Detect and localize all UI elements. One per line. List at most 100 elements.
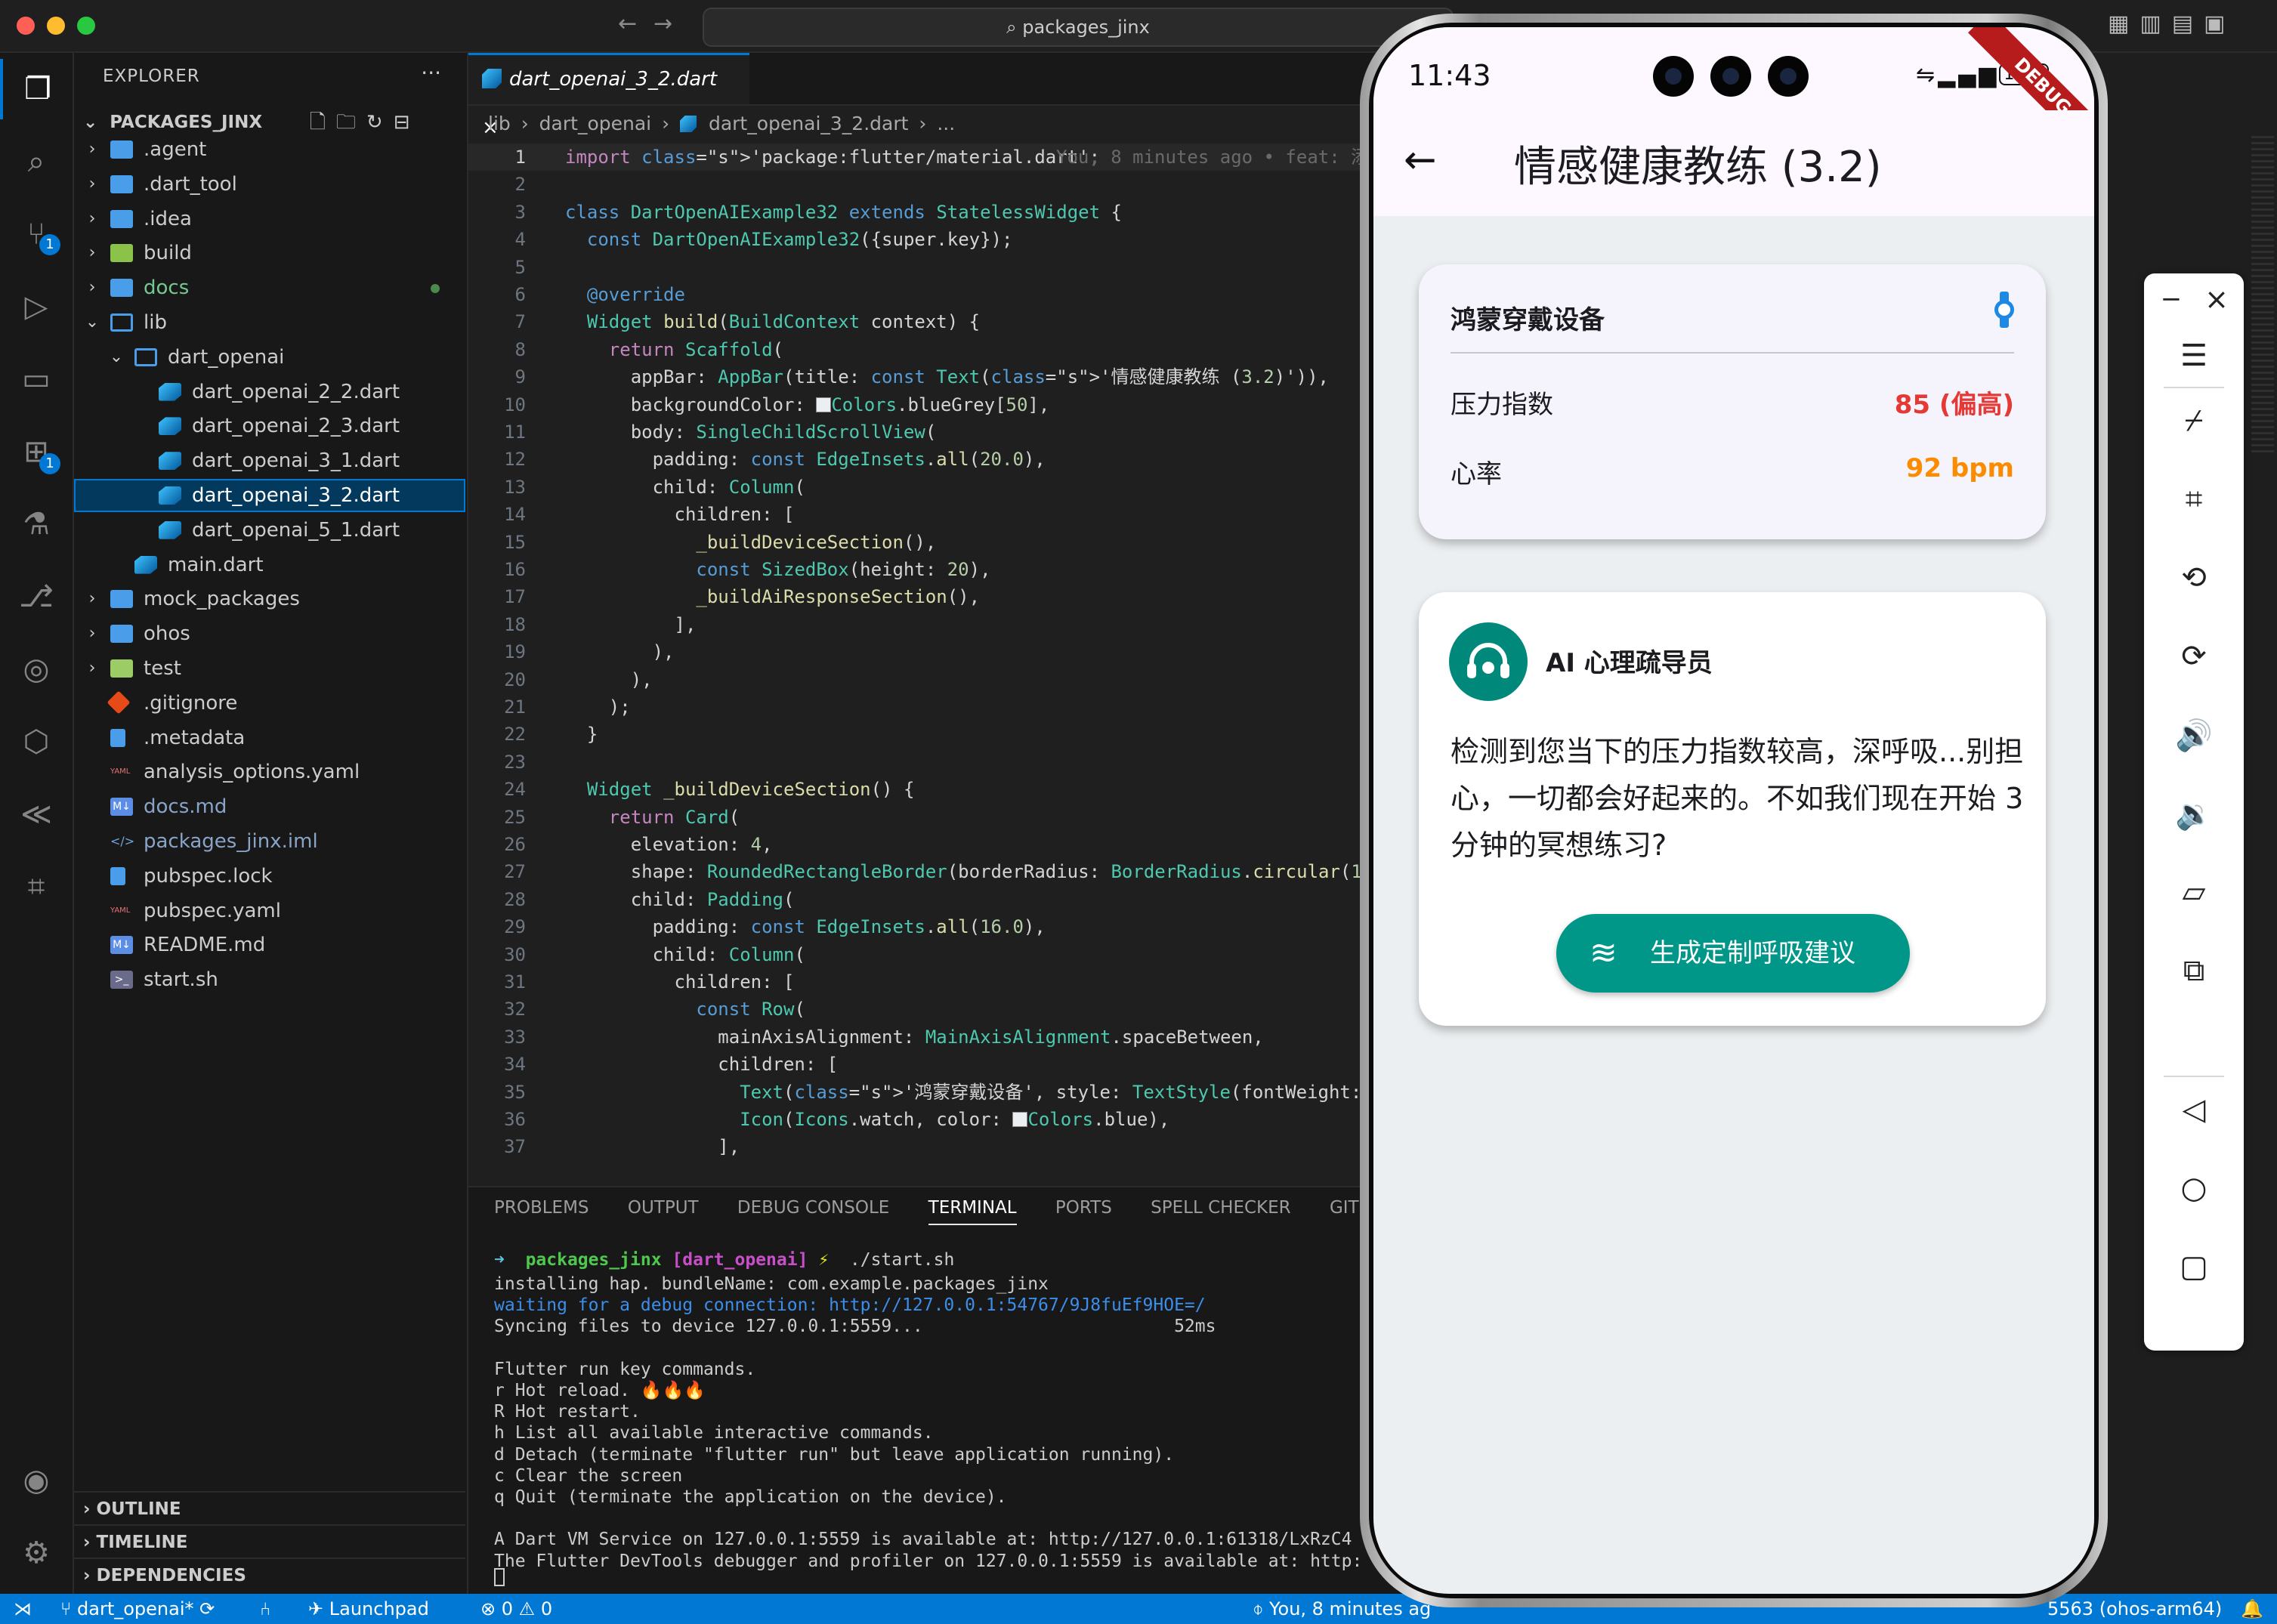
shake-device-icon[interactable]: ▱ — [2144, 875, 2244, 909]
chevron-right-icon[interactable]: › — [83, 236, 101, 270]
close-window-button[interactable] — [17, 17, 35, 35]
minimize-window-button[interactable] — [47, 17, 65, 35]
tree-item[interactable]: .metadata — [74, 721, 465, 755]
chevron-right-icon[interactable]: › — [83, 202, 101, 236]
maximize-window-button[interactable] — [77, 17, 95, 35]
volume-up-icon[interactable]: 🔊 — [2144, 718, 2244, 753]
source-control-icon[interactable]: ⑂ — [0, 204, 73, 264]
dependencies-section[interactable]: › DEPENDENCIES — [74, 1558, 465, 1592]
tree-item[interactable]: .gitignore — [74, 687, 465, 720]
chevron-right-icon[interactable]: › — [83, 582, 101, 616]
chevron-right-icon[interactable]: › — [83, 652, 101, 685]
new-folder-icon[interactable]: 🗀 — [336, 111, 366, 134]
chevron-down-icon[interactable]: ⌄ — [107, 341, 125, 374]
launchpad-item[interactable]: ✈ Launchpad — [308, 1594, 429, 1624]
refresh-icon[interactable]: ↻ — [366, 111, 394, 134]
chevron-right-icon[interactable]: › — [83, 168, 101, 201]
rotate-left-icon[interactable]: ⟲ — [2144, 560, 2244, 595]
breadcrumb-dart-openai[interactable]: dart_openai — [539, 113, 651, 134]
tree-item[interactable]: › .idea — [74, 202, 465, 236]
tree-item[interactable]: M↓ docs.md — [74, 790, 465, 823]
timeline-section[interactable]: › TIMELINE — [74, 1524, 465, 1559]
chevron-right-icon[interactable]: › — [83, 271, 101, 304]
command-center-search[interactable]: ⌕ packages_jinx — [703, 8, 1454, 47]
tab-spell-checker[interactable]: SPELL CHECKER — [1151, 1198, 1290, 1218]
scan-icon[interactable]: ⌗ — [0, 857, 73, 917]
tree-item[interactable]: main.dart — [74, 548, 465, 582]
tree-item[interactable]: dart_openai_5_1.dart — [74, 514, 465, 547]
tab-dart-openai-3-2[interactable]: dart_openai_3_2.dart × — [468, 53, 749, 139]
menu-icon[interactable]: ☰ — [2144, 338, 2244, 373]
tree-item[interactable]: M↓ README.md — [74, 928, 465, 962]
containers-icon[interactable]: ⬡ — [0, 712, 73, 772]
nav-arrows[interactable]: ←→ — [618, 11, 689, 37]
settings-gear-icon[interactable]: ⚙ — [0, 1523, 73, 1583]
crop-screenshot-icon[interactable]: ⌗ — [2144, 482, 2244, 517]
explorer-icon[interactable]: ❐ — [0, 59, 73, 119]
nav-recents-icon[interactable]: ▢ — [2144, 1249, 2244, 1284]
panel-tabs[interactable]: PROBLEMS OUTPUT DEBUG CONSOLE TERMINAL P… — [494, 1198, 1437, 1225]
device-indicator[interactable]: 5563 (ohos-arm64) — [2047, 1594, 2222, 1624]
breadcrumb-lib[interactable]: lib — [488, 113, 511, 134]
pin-off-icon[interactable]: ⌿ — [2144, 403, 2244, 438]
collapse-all-icon[interactable]: ⊟ — [394, 111, 421, 134]
problems-indicator[interactable]: ⊗ 0 ⚠ 0 — [480, 1594, 552, 1624]
close-emulator-icon[interactable]: × — [2167, 283, 2266, 316]
chevron-down-icon[interactable]: ⌄ — [83, 306, 101, 339]
new-file-icon[interactable]: 🗋 — [310, 111, 336, 134]
tree-item[interactable]: dart_openai_2_3.dart — [74, 409, 465, 443]
nav-home-icon[interactable]: ○ — [2144, 1171, 2244, 1206]
run-debug-icon[interactable]: ▷ — [0, 276, 73, 337]
tree-item[interactable]: YAML analysis_options.yaml — [74, 755, 465, 789]
search-view-icon[interactable]: ⌕ — [0, 131, 73, 192]
tab-output[interactable]: OUTPUT — [628, 1198, 699, 1218]
tree-item[interactable]: >_ start.sh — [74, 963, 465, 996]
back-arrow-icon[interactable]: ← — [1404, 137, 1437, 183]
notifications-icon[interactable]: 🔔 — [2241, 1594, 2263, 1624]
tab-ports[interactable]: PORTS — [1055, 1198, 1112, 1218]
outline-section[interactable]: › OUTLINE — [74, 1491, 465, 1526]
tree-item[interactable]: › docs — [74, 271, 465, 304]
flutter-icon[interactable]: ≪ — [0, 784, 73, 844]
tab-problems[interactable]: PROBLEMS — [494, 1198, 589, 1218]
tree-item[interactable]: › mock_packages — [74, 582, 465, 616]
tree-item[interactable]: › ohos — [74, 617, 465, 650]
generate-breathing-button[interactable]: ≋ 生成定制呼吸建议 — [1556, 914, 1910, 993]
tree-item[interactable]: › test — [74, 652, 465, 685]
breadcrumb[interactable]: lib › dart_openai › dart_openai_3_2.dart… — [488, 109, 955, 139]
blame-indicator[interactable]: ⌽ You, 8 minutes ag — [1253, 1594, 1431, 1624]
extensions-icon[interactable]: ⊞ — [0, 421, 73, 482]
tab-terminal[interactable]: TERMINAL — [928, 1198, 1017, 1225]
tree-item[interactable]: dart_openai_3_2.dart — [74, 479, 465, 512]
breadcrumb-file[interactable]: dart_openai_3_2.dart — [709, 113, 908, 134]
branch-indicator[interactable]: ⑂ dart_openai* ⟳ — [60, 1594, 215, 1624]
tree-item[interactable]: pubspec.lock — [74, 860, 465, 893]
breadcrumb-symbol[interactable]: ... — [937, 113, 955, 134]
tree-item[interactable]: ⌄ lib — [74, 306, 465, 339]
testing-icon[interactable]: ⚗ — [0, 494, 73, 554]
tab-debug-console[interactable]: DEBUG CONSOLE — [737, 1198, 889, 1218]
account-icon[interactable]: ◉ — [0, 1450, 73, 1511]
tree-item[interactable]: </> packages_jinx.iml — [74, 825, 465, 858]
remote-indicator-icon[interactable]: ⋊ — [14, 1594, 32, 1624]
tree-item[interactable]: › .agent — [74, 133, 465, 166]
tree-item[interactable]: YAML pubspec.yaml — [74, 894, 465, 928]
tree-item[interactable]: › .dart_tool — [74, 168, 465, 201]
chevron-right-icon[interactable]: › — [83, 133, 101, 166]
git-graph-status-icon[interactable]: ⑃ — [260, 1594, 270, 1624]
volume-down-icon[interactable]: 🔉 — [2144, 796, 2244, 832]
git-graph-icon[interactable]: ⎇ — [0, 567, 73, 627]
more-actions-icon[interactable]: ··· — [421, 60, 441, 85]
tree-item[interactable]: › build — [74, 236, 465, 270]
tree-item[interactable]: ⌄ dart_openai — [74, 341, 465, 374]
screen-copy-icon[interactable]: ⧉ — [2144, 953, 2244, 988]
layout-toggle-icons[interactable]: ▦▥▤▣ — [2108, 11, 2235, 37]
tree-item[interactable]: dart_openai_2_2.dart — [74, 375, 465, 409]
remote-explorer-icon[interactable]: ▭ — [0, 349, 73, 409]
nav-back-icon[interactable]: ◁ — [2144, 1092, 2244, 1127]
rotate-right-icon[interactable]: ⟳ — [2144, 639, 2244, 674]
phone-screen[interactable]: 11:43 ⇋▂▄▆100 DEBUG ← 情感健康教练 (3.2) 鸿蒙穿戴设… — [1373, 27, 2094, 1594]
chevron-right-icon[interactable]: › — [83, 617, 101, 650]
tree-item[interactable]: dart_openai_3_1.dart — [74, 444, 465, 477]
gitlens-icon[interactable]: ◎ — [0, 639, 73, 699]
